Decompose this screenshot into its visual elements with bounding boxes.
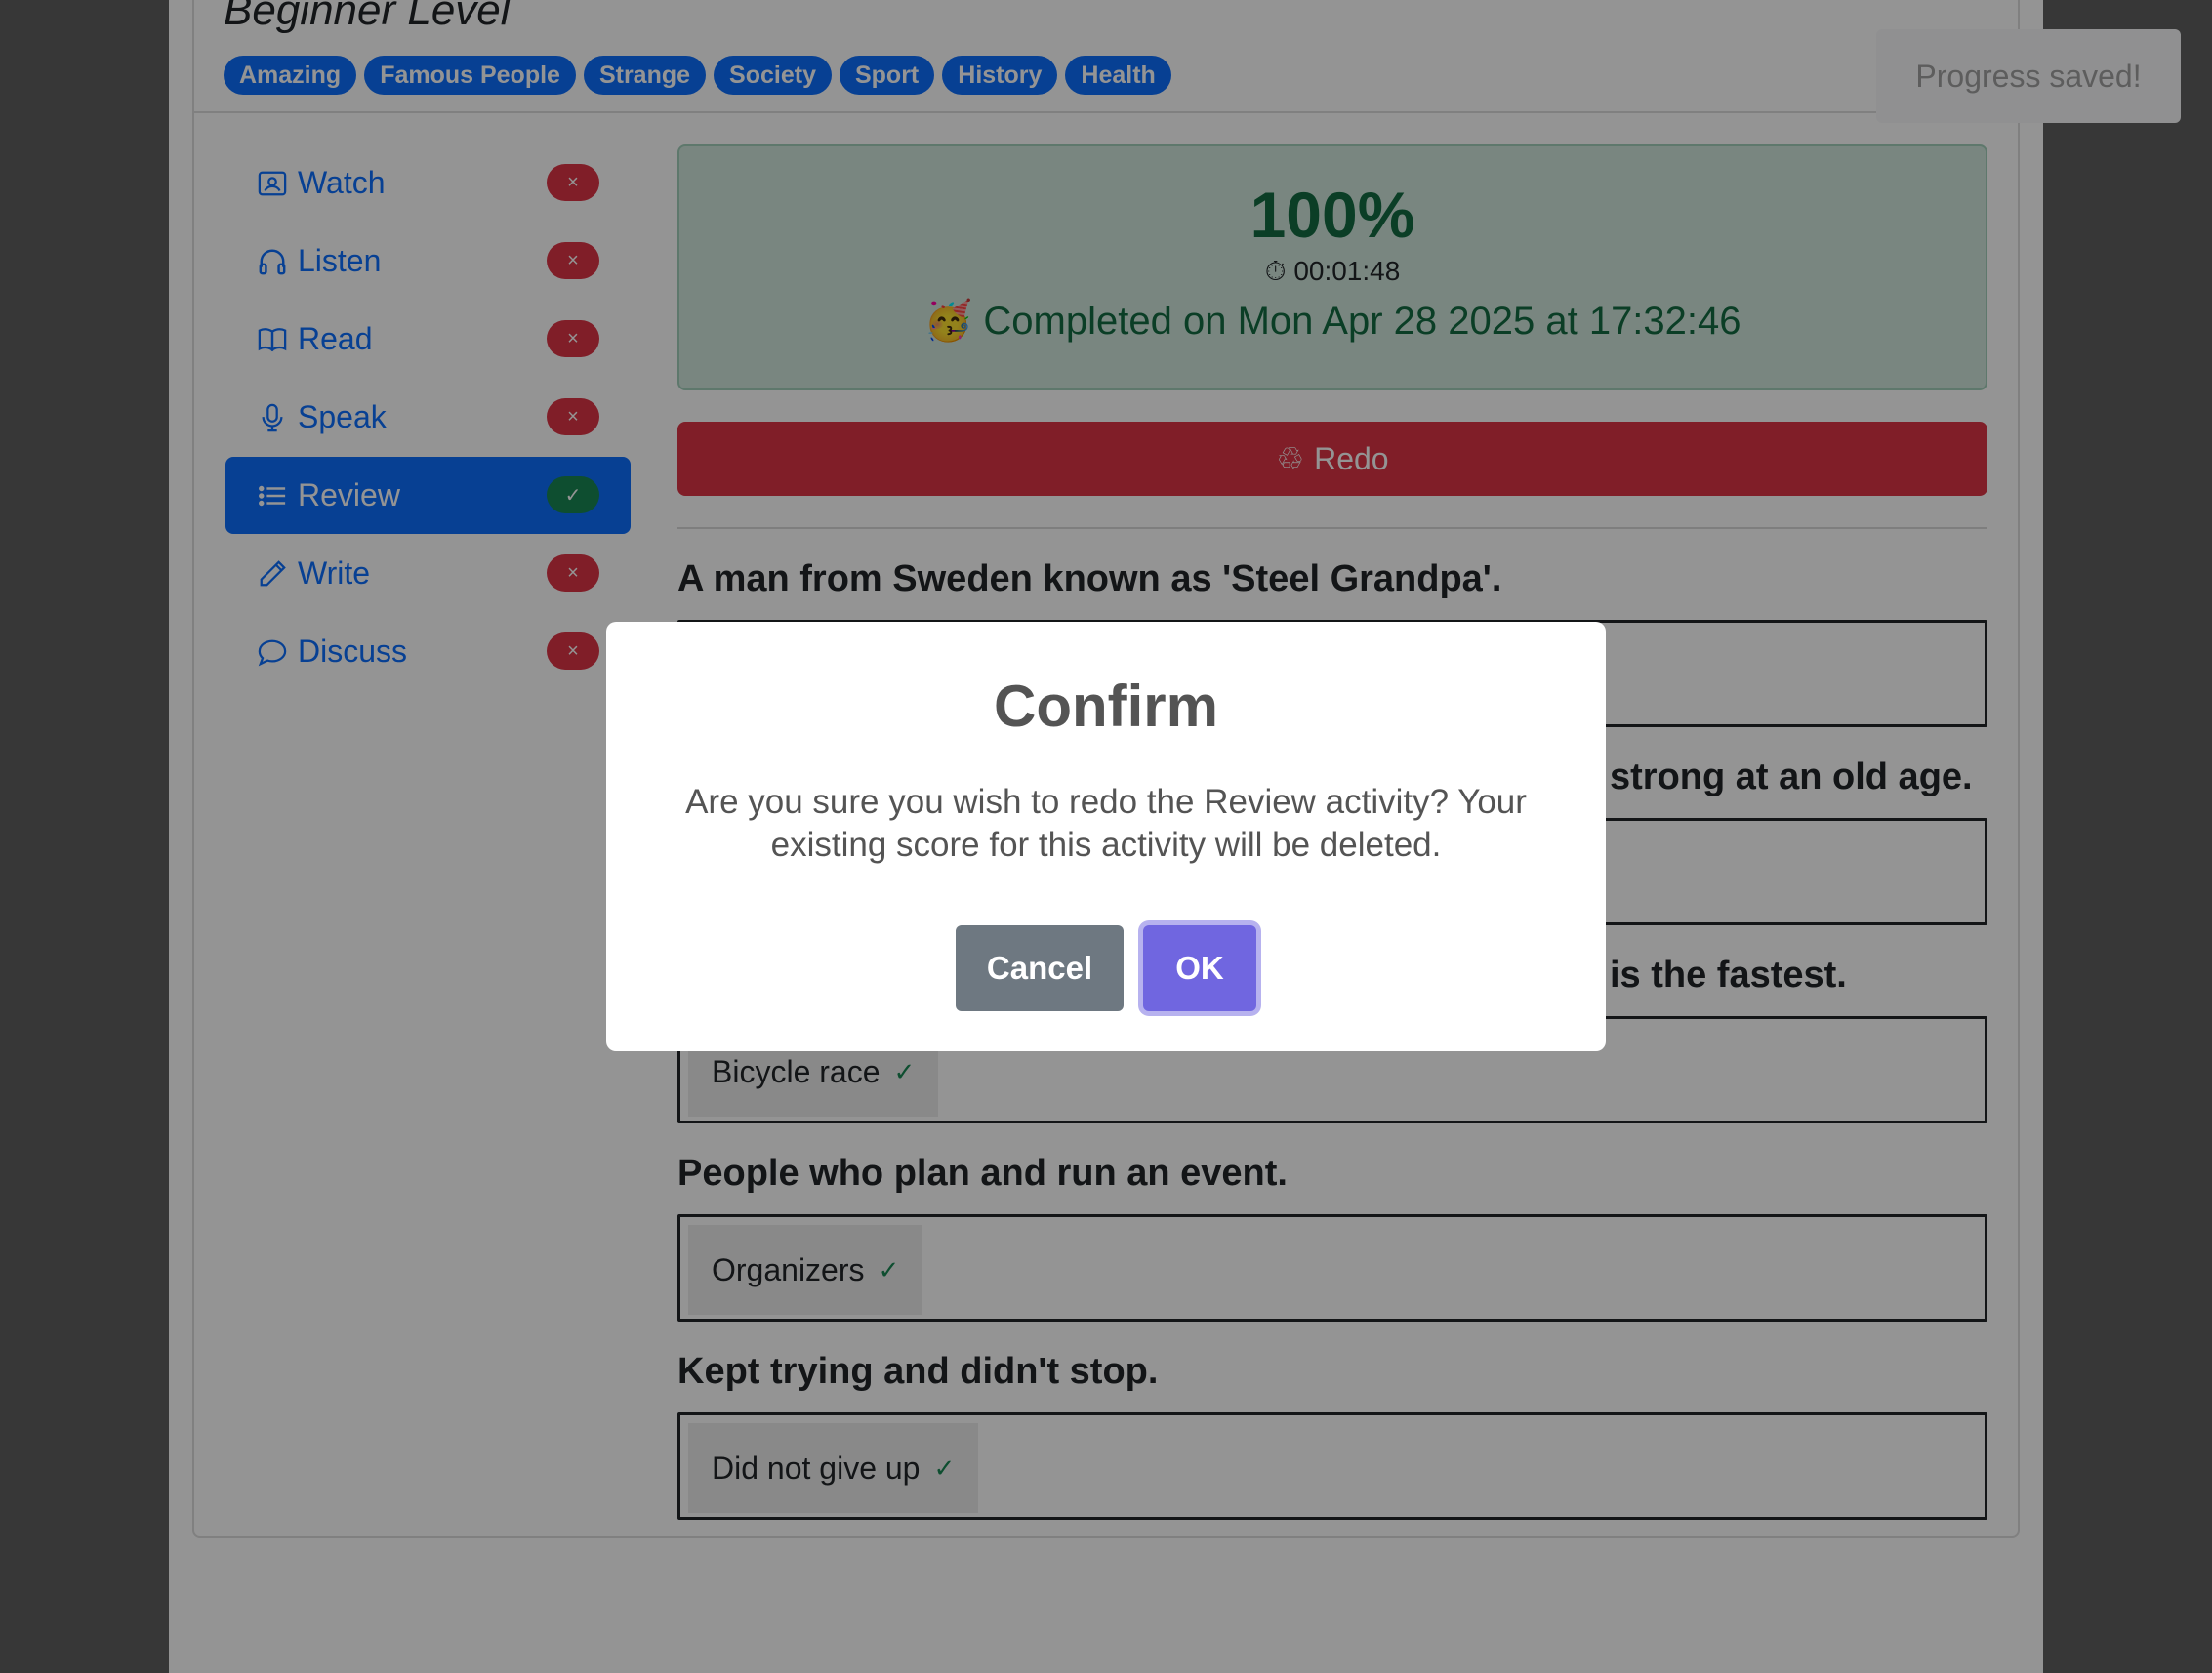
- dialog-message: Are you sure you wish to redo the Review…: [685, 783, 1527, 864]
- ok-button[interactable]: OK: [1143, 925, 1256, 1011]
- dialog-actions: Cancel OK: [606, 925, 1606, 1011]
- dialog-title: Confirm: [994, 673, 1218, 739]
- cancel-button[interactable]: Cancel: [956, 925, 1124, 1011]
- confirm-dialog: Confirm Are you sure you wish to redo th…: [606, 622, 1606, 1051]
